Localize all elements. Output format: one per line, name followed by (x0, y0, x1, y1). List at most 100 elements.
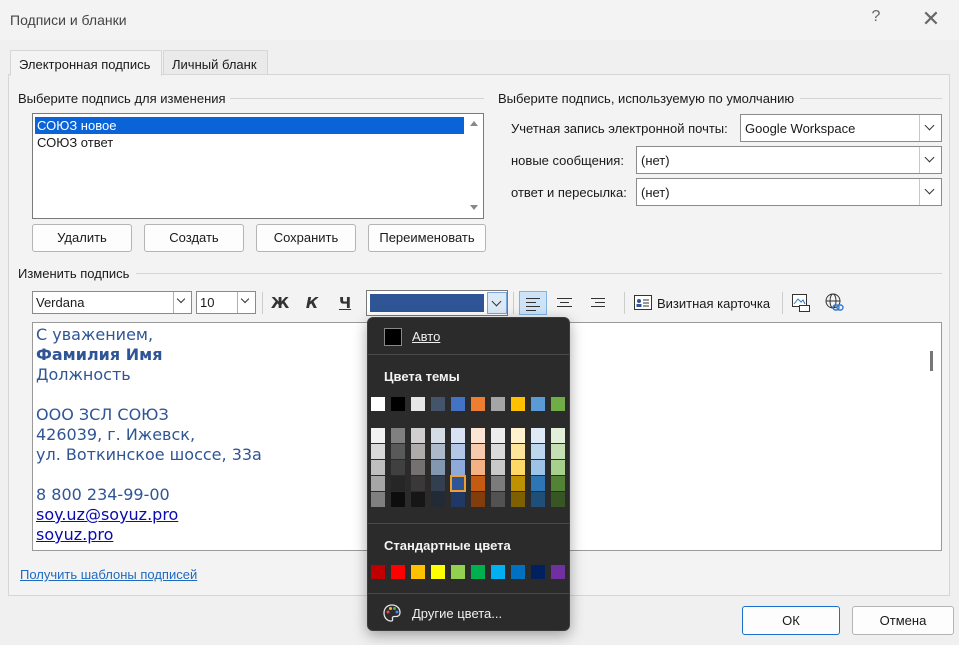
theme-shade-swatch[interactable] (471, 444, 485, 459)
insert-picture-icon[interactable] (791, 293, 811, 313)
align-right-button[interactable] (583, 291, 611, 315)
business-card-button[interactable]: Визитная карточка (634, 293, 776, 313)
theme-color-swatch[interactable] (491, 397, 505, 411)
theme-shade-swatch[interactable] (391, 492, 405, 507)
theme-color-swatch[interactable] (431, 397, 445, 411)
theme-shade-swatch[interactable] (531, 476, 545, 491)
theme-shade-swatch[interactable] (531, 460, 545, 475)
theme-shade-swatch[interactable] (371, 428, 385, 443)
theme-shade-swatch[interactable] (491, 492, 505, 507)
theme-shade-swatch[interactable] (451, 444, 465, 459)
theme-shade-swatch[interactable] (471, 492, 485, 507)
list-item[interactable]: СОЮЗ ответ (35, 134, 464, 151)
theme-shade-swatch[interactable] (451, 428, 465, 443)
theme-shade-swatch[interactable] (511, 460, 525, 475)
theme-shade-swatch[interactable] (431, 428, 445, 443)
theme-shade-swatch[interactable] (431, 492, 445, 507)
theme-shade-swatch[interactable] (371, 476, 385, 491)
theme-color-swatch[interactable] (371, 397, 385, 411)
theme-shade-swatch[interactable] (491, 444, 505, 459)
font-select[interactable]: Verdana (32, 291, 192, 314)
theme-shade-swatch[interactable] (491, 460, 505, 475)
tab-email-signature[interactable]: Электронная подпись (10, 50, 162, 76)
close-button[interactable]: ✕ (917, 6, 945, 34)
theme-shade-swatch[interactable] (391, 460, 405, 475)
theme-shade-swatch[interactable] (411, 492, 425, 507)
auto-color-swatch[interactable] (384, 328, 402, 346)
hyperlink-icon[interactable] (824, 292, 846, 314)
theme-shade-swatch[interactable] (551, 492, 565, 507)
bold-button[interactable]: Ж (269, 292, 291, 314)
theme-shade-swatch[interactable] (431, 476, 445, 491)
theme-shade-swatch[interactable] (551, 476, 565, 491)
dropdown-button[interactable] (919, 179, 941, 205)
more-colors-option[interactable]: Другие цвета... (412, 606, 502, 621)
auto-color-option[interactable]: Авто (412, 329, 440, 344)
standard-color-swatch[interactable] (531, 565, 545, 579)
standard-color-swatch[interactable] (391, 565, 405, 579)
align-center-button[interactable] (551, 291, 579, 315)
theme-shade-swatch[interactable] (371, 492, 385, 507)
underline-button[interactable]: Ч (334, 292, 356, 314)
standard-color-swatch[interactable] (451, 565, 465, 579)
theme-shade-swatch[interactable] (431, 444, 445, 459)
theme-shade-swatch[interactable] (411, 460, 425, 475)
theme-color-swatch[interactable] (531, 397, 545, 411)
theme-shade-swatch[interactable] (551, 444, 565, 459)
theme-shade-swatch[interactable] (471, 476, 485, 491)
theme-shade-swatch[interactable] (411, 428, 425, 443)
theme-color-swatch[interactable] (411, 397, 425, 411)
dropdown-button[interactable] (919, 147, 941, 173)
list-scrollbar[interactable] (466, 115, 483, 217)
theme-shade-swatch[interactable] (511, 428, 525, 443)
theme-shade-swatch[interactable] (411, 444, 425, 459)
theme-shade-swatch[interactable] (371, 444, 385, 459)
tab-personal-stationery[interactable]: Личный бланк (163, 50, 268, 75)
theme-color-swatch[interactable] (551, 397, 565, 411)
theme-shade-swatch[interactable] (451, 492, 465, 507)
theme-color-swatch[interactable] (391, 397, 405, 411)
theme-shade-swatch[interactable] (471, 428, 485, 443)
font-color-select[interactable] (366, 290, 508, 316)
theme-color-swatch[interactable] (451, 397, 465, 411)
theme-shade-swatch[interactable] (551, 460, 565, 475)
standard-color-swatch[interactable] (511, 565, 525, 579)
theme-shade-swatch[interactable] (491, 428, 505, 443)
signature-link[interactable]: soy.uz@soyuz.pro (36, 505, 178, 524)
theme-shade-swatch[interactable] (531, 492, 545, 507)
theme-shade-swatch[interactable] (511, 492, 525, 507)
list-item[interactable]: СОЮЗ новое (35, 117, 464, 134)
create-button[interactable]: Создать (144, 224, 244, 252)
cancel-button[interactable]: Отмена (852, 606, 954, 635)
standard-color-swatch[interactable] (371, 565, 385, 579)
theme-shade-swatch[interactable] (391, 428, 405, 443)
theme-color-swatch[interactable] (471, 397, 485, 411)
help-button[interactable]: ? (866, 8, 886, 32)
theme-shade-swatch[interactable] (511, 444, 525, 459)
standard-color-swatch[interactable] (411, 565, 425, 579)
theme-color-swatch[interactable] (511, 397, 525, 411)
italic-button[interactable]: К (301, 292, 323, 314)
theme-shade-swatch[interactable] (450, 475, 466, 492)
standard-color-swatch[interactable] (551, 565, 565, 579)
standard-color-swatch[interactable] (431, 565, 445, 579)
ok-button[interactable]: ОК (742, 606, 840, 635)
standard-color-swatch[interactable] (471, 565, 485, 579)
new-messages-select[interactable]: (нет) (636, 146, 942, 174)
reply-forward-select[interactable]: (нет) (636, 178, 942, 206)
delete-button[interactable]: Удалить (32, 224, 132, 252)
theme-shade-swatch[interactable] (391, 444, 405, 459)
rename-button[interactable]: Переименовать (368, 224, 486, 252)
dropdown-button[interactable] (173, 292, 191, 313)
theme-shade-swatch[interactable] (531, 428, 545, 443)
dropdown-button[interactable] (237, 292, 255, 313)
signature-list[interactable]: СОЮЗ новое СОЮЗ ответ (32, 113, 484, 219)
theme-shade-swatch[interactable] (511, 476, 525, 491)
scroll-down-icon[interactable] (470, 205, 478, 210)
theme-shade-swatch[interactable] (391, 476, 405, 491)
dropdown-button[interactable] (487, 292, 507, 314)
theme-shade-swatch[interactable] (491, 476, 505, 491)
editor-scrollbar[interactable] (930, 351, 933, 371)
account-select[interactable]: Google Workspace (740, 114, 942, 142)
theme-shade-swatch[interactable] (531, 444, 545, 459)
